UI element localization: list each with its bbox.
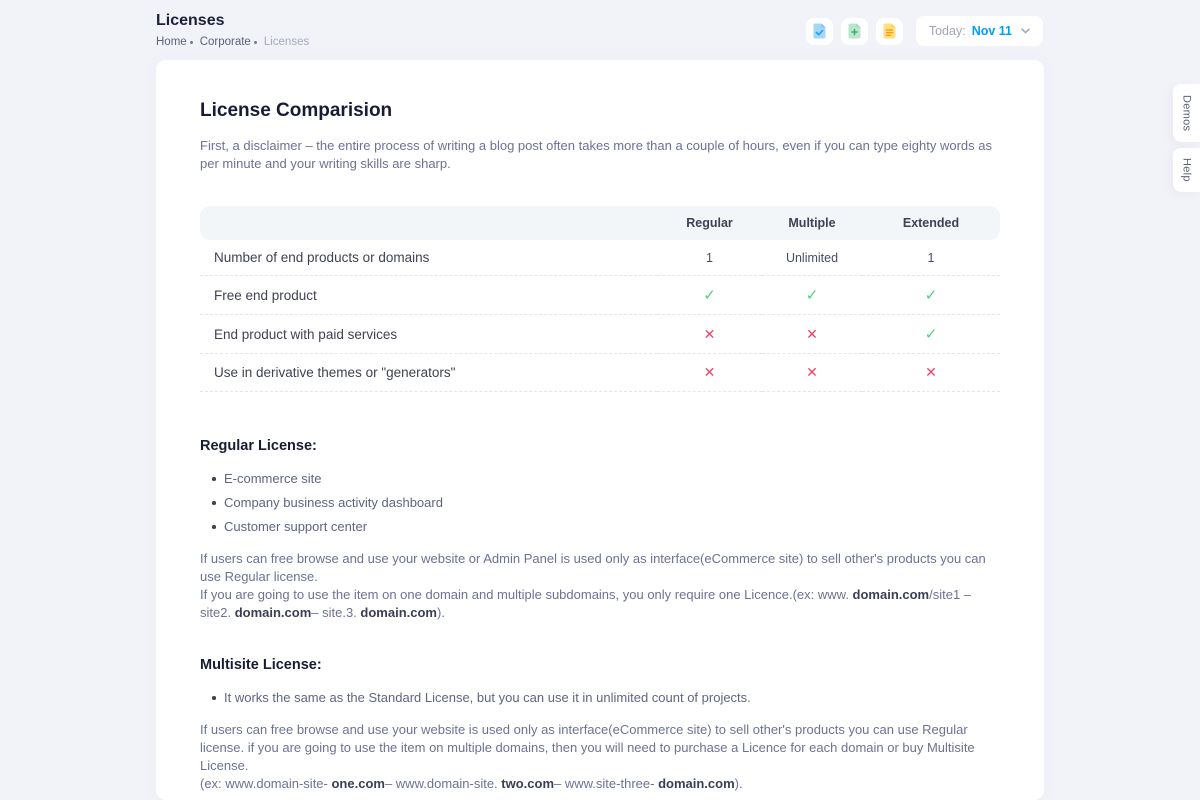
cross-icon: ✕ [704, 364, 716, 380]
paragraph-bold-text: domain.com [658, 776, 735, 791]
cross-icon: ✕ [657, 354, 762, 392]
breadcrumb-dot [190, 41, 193, 44]
file-check-button[interactable] [806, 18, 833, 45]
breadcrumb-licenses: Licenses [264, 36, 309, 48]
check-icon: ✓ [862, 315, 1000, 354]
cross-icon: ✕ [925, 364, 937, 380]
topbar-actions: Today: Nov 11 [798, 16, 1043, 46]
paragraph-bold-text: domain.com [360, 605, 437, 620]
file-check-icon [812, 23, 827, 39]
check-icon: ✓ [925, 287, 938, 304]
section-paragraph: If users can free browse and use your we… [200, 721, 1000, 793]
date-dropdown-value: Nov 11 [972, 24, 1012, 38]
list-item: Company business activity dashboard [212, 495, 1000, 510]
section-heading: Regular License: [200, 438, 1000, 454]
row-label: End product with paid services [200, 315, 657, 354]
license-section: Regular License: E-commerce site Company b… [200, 438, 1000, 622]
check-icon: ✓ [925, 326, 938, 343]
file-lines-icon [882, 23, 897, 39]
section-bullet-list: E-commerce site Company business activity… [200, 471, 1000, 534]
paragraph-bold-text: domain.com [235, 605, 312, 620]
table-col-multiple: Multiple [762, 206, 862, 240]
check-icon: ✓ [862, 276, 1000, 315]
list-item: It works the same as the Standard Licens… [212, 690, 1000, 705]
chevron-down-icon [1021, 28, 1030, 34]
table-col-regular: Regular [657, 206, 762, 240]
side-tab-demos[interactable]: Demos [1173, 84, 1200, 142]
paragraph-bold-text: one.com [331, 776, 384, 791]
row-value: 1 [657, 240, 762, 276]
section-paragraph: If users can free browse and use your we… [200, 550, 1000, 622]
table-row: Free end product ✓ ✓ ✓ [200, 276, 1000, 315]
card-title: License Comparision [200, 100, 1000, 122]
breadcrumb-corporate[interactable]: Corporate [200, 36, 251, 48]
cross-icon: ✕ [762, 315, 862, 354]
cross-icon: ✕ [862, 354, 1000, 392]
paragraph-text: ). [437, 605, 445, 620]
paragraph-text: – www.domain-site. [385, 776, 501, 791]
table-row: End product with paid services ✕ ✕ ✓ [200, 315, 1000, 354]
row-label: Free end product [200, 276, 657, 315]
section-heading: Multisite License: [200, 657, 1000, 673]
date-dropdown-label: Today: [929, 24, 966, 38]
license-comparison-card: License Comparision First, a disclaimer … [156, 60, 1044, 800]
row-label: Use in derivative themes or "generators" [200, 354, 657, 392]
paragraph-text: ). [735, 776, 743, 791]
license-comparison-table: RegularMultipleExtended Number of end pr… [200, 206, 1000, 392]
table-col-empty [200, 206, 657, 240]
license-section: Multisite License: It works the same as t… [200, 657, 1000, 793]
cross-icon: ✕ [657, 315, 762, 354]
page-heading: Licenses Home Corporate Licenses [156, 12, 309, 48]
section-bullet-list: It works the same as the Standard Licens… [200, 690, 1000, 705]
cross-icon: ✕ [806, 326, 818, 342]
list-item: E-commerce site [212, 471, 1000, 486]
license-sections: Regular License: E-commerce site Company b… [200, 438, 1000, 800]
paragraph-text: – www.site-three- [554, 776, 658, 791]
paragraph-bold-text: domain.com [853, 587, 930, 602]
date-dropdown[interactable]: Today: Nov 11 [916, 16, 1043, 46]
breadcrumb-dot [254, 41, 257, 44]
row-label: Number of end products or domains [200, 240, 657, 276]
side-tab-help[interactable]: Help [1173, 148, 1200, 192]
table-col-extended: Extended [862, 206, 1000, 240]
list-item: Customer support center [212, 519, 1000, 534]
cross-icon: ✕ [762, 354, 862, 392]
check-icon: ✓ [703, 287, 716, 304]
check-icon: ✓ [806, 287, 819, 304]
check-icon: ✓ [657, 276, 762, 315]
table-row: Use in derivative themes or "generators"… [200, 354, 1000, 392]
file-plus-button[interactable] [841, 18, 868, 45]
cross-icon: ✕ [704, 326, 716, 342]
paragraph-text: – site.3. [311, 605, 360, 620]
page-title: Licenses [156, 12, 309, 30]
file-plus-icon [847, 23, 862, 39]
disclaimer-text: First, a disclaimer – the entire process… [200, 137, 1000, 173]
table-row: Number of end products or domains1Unlimi… [200, 240, 1000, 276]
file-lines-button[interactable] [876, 18, 903, 45]
cross-icon: ✕ [806, 364, 818, 380]
check-icon: ✓ [762, 276, 862, 315]
table-header: RegularMultipleExtended [200, 206, 1000, 240]
row-value: Unlimited [762, 240, 862, 276]
paragraph-bold-text: two.com [501, 776, 554, 791]
breadcrumb: Home Corporate Licenses [156, 36, 309, 48]
breadcrumb-home[interactable]: Home [156, 36, 187, 48]
row-value: 1 [862, 240, 1000, 276]
